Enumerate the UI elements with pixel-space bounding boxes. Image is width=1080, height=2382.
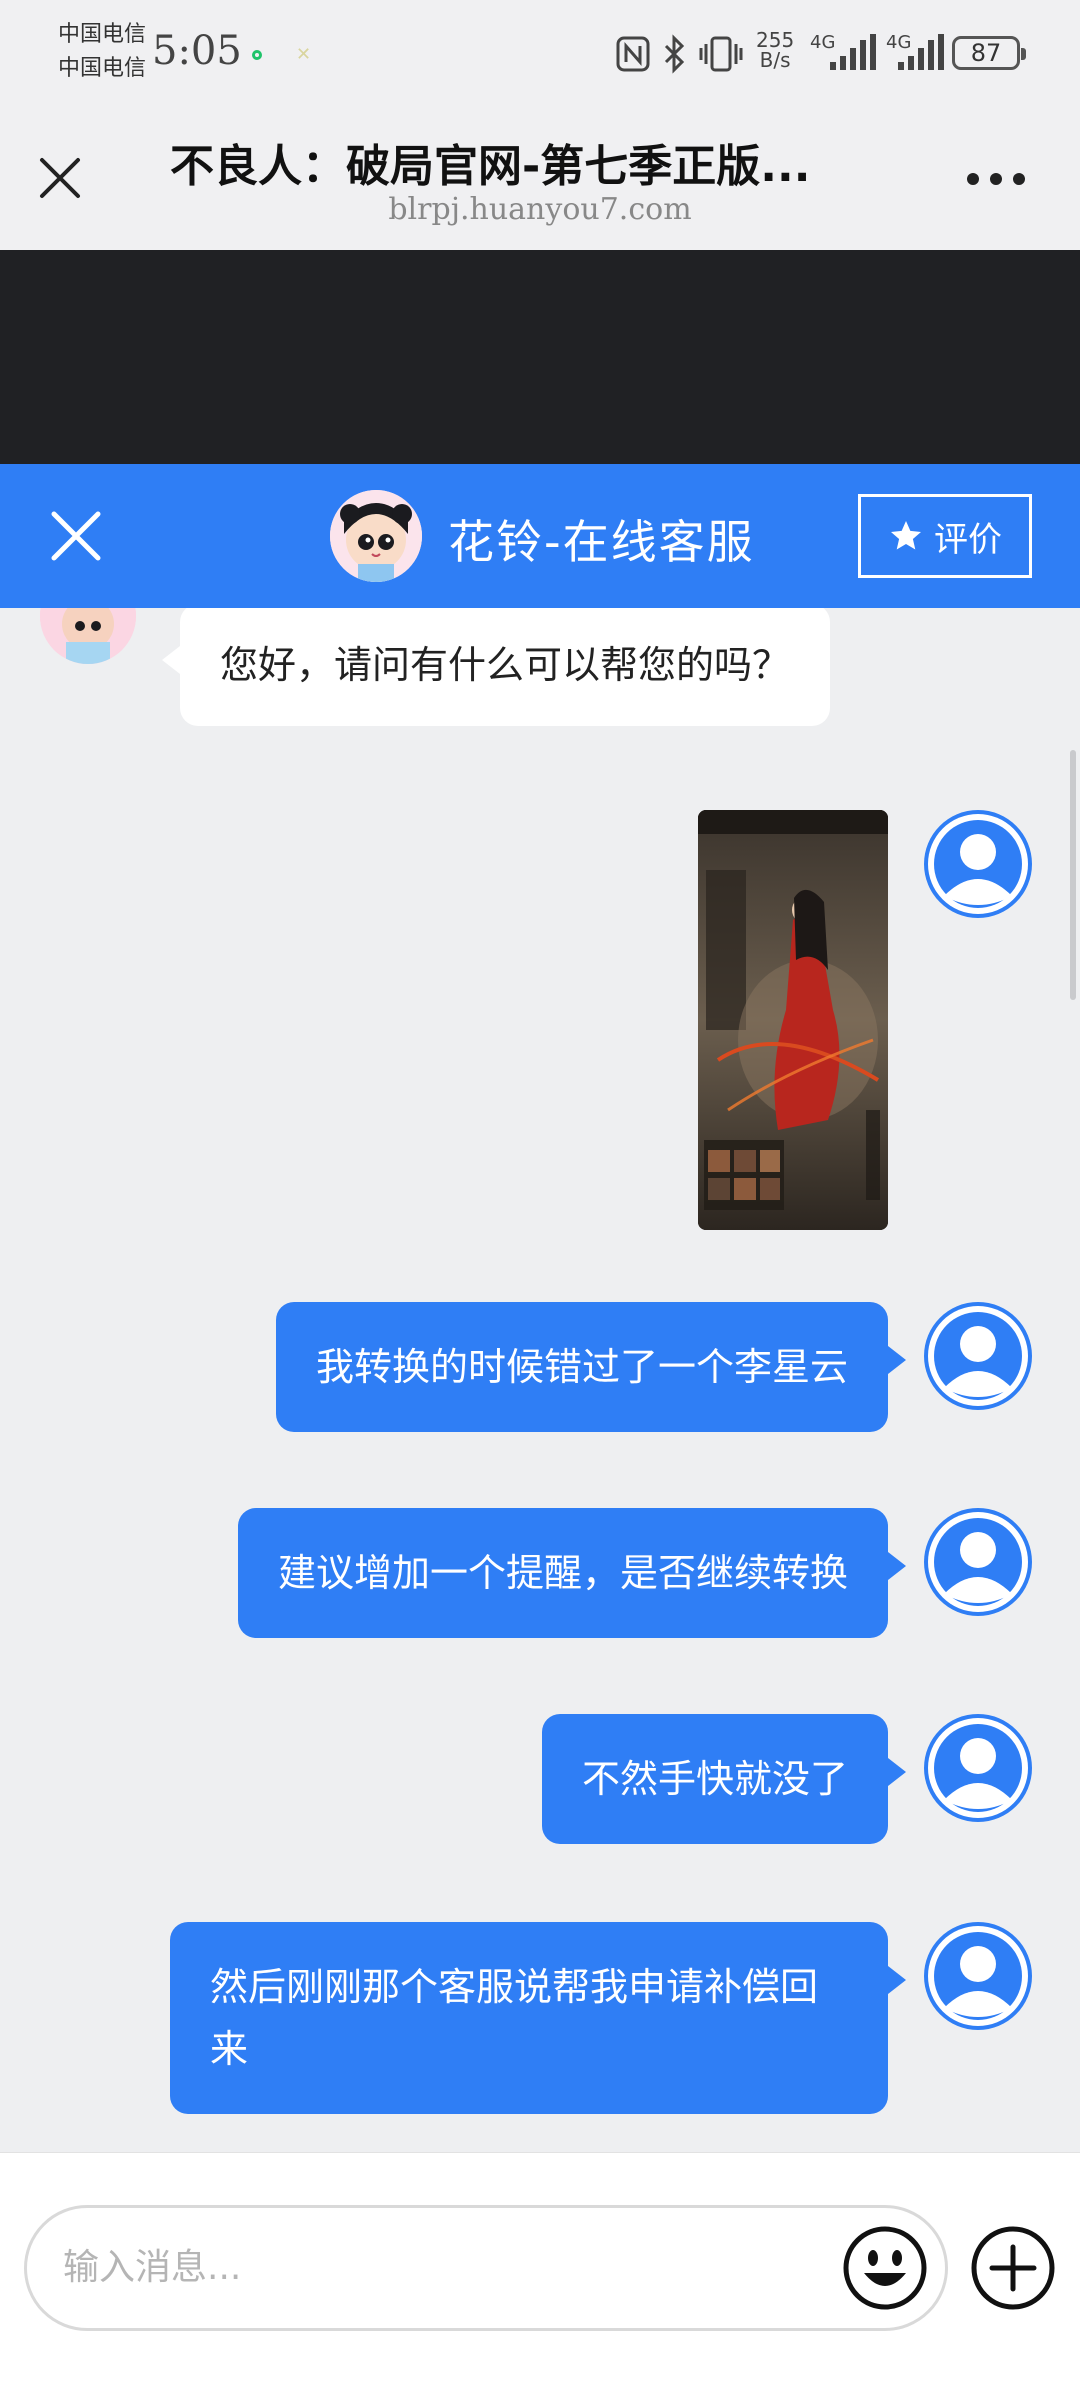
star-icon <box>891 521 921 550</box>
signal-bars-icon-2 <box>898 34 944 70</box>
battery-indicator: 87 <box>952 36 1026 70</box>
notification-faint-icon: ✕ <box>296 44 312 65</box>
message-input-placeholder: 输入消息... <box>63 2247 242 2288</box>
message-text: 我转换的时候错过了一个李星云 <box>315 1345 848 1389</box>
chat-header: 花铃-在线客服 评价 <box>0 464 1080 608</box>
message-text: 建议增加一个提醒，是否继续转换 <box>277 1551 848 1595</box>
carrier-label-2: 中国电信 <box>58 56 147 81</box>
chat-title: 花铃-在线客服 <box>448 515 755 569</box>
page-title: 不良人：破局官网-第七季正版... <box>170 141 811 192</box>
agent-avatar-small-icon <box>40 608 136 664</box>
net-speed-unit: B/s <box>759 48 791 72</box>
carrier-label-1: 中国电信 <box>58 22 147 47</box>
message-text: 不然手快就没了 <box>581 1757 848 1801</box>
signal-bars-icon-1 <box>830 34 876 70</box>
user-icon <box>928 814 1028 914</box>
chat-scrollbar[interactable] <box>1070 750 1076 1000</box>
bluetooth-icon <box>664 34 685 74</box>
net-speed: 255 B/s <box>756 30 794 70</box>
browser-header: 不良人：破局官网-第七季正版... blrpj.huanyou7.com <box>0 110 1080 250</box>
agent-message-avatar <box>40 608 136 664</box>
game-screenshot-thumbnail-icon <box>698 810 888 1230</box>
emoji-icon[interactable] <box>842 2225 928 2311</box>
chat-message-list[interactable]: 您好，请问有什么可以帮您的吗？ 我转换的时候错过了一个李星云 建议增加一个提醒，… <box>0 608 1080 2152</box>
user-message-bubble: 建议增加一个提醒，是否继续转换 <box>237 1508 907 1638</box>
user-icon <box>928 1306 1028 1406</box>
agent-message-bubble: 您好，请问有什么可以帮您的吗？ <box>161 608 831 726</box>
user-icon <box>928 1926 1028 2026</box>
message-text: 您好，请问有什么可以帮您的吗？ <box>220 643 791 687</box>
page-url: blrpj.huanyou7.com <box>388 192 692 227</box>
user-icon <box>928 1512 1028 1612</box>
nfc-icon <box>616 36 650 72</box>
image-message[interactable] <box>698 810 888 1230</box>
user-avatar <box>924 1714 1032 1822</box>
clock: 5:05 <box>152 28 242 74</box>
user-avatar <box>924 1302 1032 1410</box>
user-avatar <box>924 1508 1032 1616</box>
rate-button-label: 评价 <box>934 519 1002 560</box>
message-input[interactable]: 输入消息... <box>24 2205 948 2331</box>
message-text: 然后刚刚那个客服说帮我申请补偿回来 <box>210 1965 819 2071</box>
plus-icon[interactable] <box>970 2225 1056 2311</box>
net-speed-value: 255 <box>756 28 795 52</box>
agent-avatar-illustration <box>330 490 422 582</box>
agent-avatar <box>330 490 422 582</box>
message-composer: 输入消息... <box>0 2152 1080 2382</box>
more-menu-icon[interactable] <box>966 172 1026 186</box>
user-avatar <box>924 810 1032 918</box>
vibrate-icon <box>699 36 743 72</box>
status-bar: 中国电信 中国电信 5:05 ✕ 255 B/s 4G 4G 87 <box>0 0 1080 110</box>
user-message-bubble: 然后刚刚那个客服说帮我申请补偿回来 <box>170 1922 906 2114</box>
chat-close-icon[interactable] <box>50 510 102 562</box>
dark-backdrop <box>0 250 1080 464</box>
user-avatar <box>924 1922 1032 2030</box>
user-message-bubble: 我转换的时候错过了一个李星云 <box>275 1302 907 1432</box>
user-message-bubble: 不然手快就没了 <box>541 1714 907 1844</box>
rate-button[interactable]: 评价 <box>858 494 1032 578</box>
user-icon <box>928 1718 1028 1818</box>
notification-dot-icon <box>252 50 262 60</box>
